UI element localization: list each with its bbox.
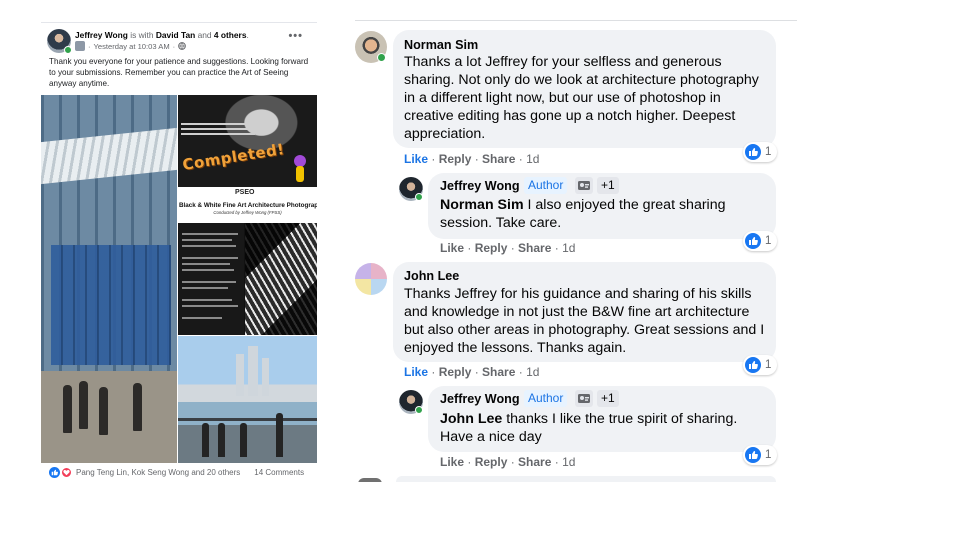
- photo-building[interactable]: [41, 95, 177, 463]
- reactions-names-link[interactable]: Pang Teng Lin, Kok Seng Wong and 20 othe…: [76, 468, 240, 477]
- reaction-count: 1: [765, 235, 772, 247]
- comment-author[interactable]: Norman Sim: [404, 38, 478, 52]
- online-status-icon: [64, 46, 72, 54]
- comment-time[interactable]: 1d: [562, 455, 575, 469]
- crop-edge: [355, 482, 797, 540]
- facebook-post: Jeffrey Wong is with David Tan and 4 oth…: [41, 22, 317, 482]
- period: .: [246, 30, 249, 40]
- post-timestamp[interactable]: Yesterday at 10:03 AM: [94, 42, 170, 51]
- reply-button[interactable]: Reply: [475, 241, 508, 255]
- like-button[interactable]: Like: [404, 365, 428, 379]
- reaction-count: 1: [765, 359, 772, 371]
- globe-icon: [178, 42, 187, 50]
- post-text: Thank you everyone for your patience and…: [49, 57, 309, 88]
- comment-author[interactable]: John Lee: [404, 269, 459, 283]
- like-reaction-icon: [745, 233, 761, 249]
- share-button[interactable]: Share: [482, 152, 515, 166]
- with-text: is with: [130, 30, 154, 40]
- mention-link[interactable]: John Lee: [440, 411, 502, 427]
- post-reactions-bar: Pang Teng Lin, Kok Seng Wong and 20 othe…: [49, 467, 304, 478]
- post-header: Jeffrey Wong is with David Tan and 4 oth…: [75, 30, 295, 41]
- like-reaction-icon: [745, 144, 761, 160]
- tagged-person-link[interactable]: David Tan: [156, 30, 195, 40]
- like-reaction-icon: [745, 447, 761, 463]
- author-badge: Author: [524, 390, 568, 407]
- comment-actions: Like · Reply · Share · 1d: [440, 455, 576, 469]
- reply-button[interactable]: Reply: [475, 455, 508, 469]
- reply-button[interactable]: Reply: [439, 152, 472, 166]
- love-reaction-icon[interactable]: [61, 467, 72, 478]
- photo-grid: Completed! PSEO Black & White Fine Art A…: [41, 95, 317, 463]
- like-button[interactable]: Like: [440, 455, 464, 469]
- like-button[interactable]: Like: [440, 241, 464, 255]
- poster-architecture-image: [245, 223, 317, 335]
- top-fan-badge-icon: [575, 177, 593, 194]
- reaction-count-pill[interactable]: 1: [743, 231, 778, 251]
- comment-time[interactable]: 1d: [526, 365, 539, 379]
- reply-button[interactable]: Reply: [439, 365, 472, 379]
- avatar[interactable]: [47, 29, 72, 54]
- comments-count-link[interactable]: 14 Comments: [254, 468, 304, 477]
- poster-logo: PSEO: [235, 189, 255, 196]
- avatar[interactable]: [355, 263, 387, 295]
- meta-dot: ·: [172, 41, 176, 51]
- like-reaction-icon[interactable]: [49, 467, 60, 478]
- online-status-icon: [377, 53, 386, 62]
- top-fan-badge-icon: [575, 390, 593, 407]
- poster-title: Black & White Fine Art Architecture Phot…: [179, 202, 317, 209]
- cartoon-figure-icon: [289, 155, 311, 187]
- online-status-icon: [415, 193, 423, 201]
- comment-text: Thanks Jeffrey for his guidance and shar…: [404, 286, 765, 356]
- others-link[interactable]: 4 others: [214, 30, 247, 40]
- share-button[interactable]: Share: [482, 365, 515, 379]
- comment-text: Thanks a lot Jeffrey for your selfless a…: [404, 54, 759, 142]
- more-badges[interactable]: +1: [597, 177, 619, 194]
- reaction-count: 1: [765, 146, 772, 158]
- reaction-count: 1: [765, 449, 772, 461]
- and-text: and: [197, 30, 212, 40]
- share-button[interactable]: Share: [518, 241, 551, 255]
- like-button[interactable]: Like: [404, 152, 428, 166]
- comment-actions: Like · Reply · Share · 1d: [404, 365, 540, 379]
- reaction-count-pill[interactable]: 1: [743, 142, 778, 162]
- comment-text: Norman Sim I also enjoyed the great shar…: [440, 197, 726, 231]
- comment-text: John Lee thanks I like the true spirit o…: [440, 411, 738, 445]
- poster-subtitle: Conducted by Jeffrey Wong (FPSS): [213, 210, 282, 215]
- comment-author[interactable]: Jeffrey Wong: [440, 392, 520, 406]
- photo-riverside[interactable]: [178, 336, 317, 463]
- post-author-link[interactable]: Jeffrey Wong: [75, 30, 128, 40]
- comment-actions: Like · Reply · Share · 1d: [440, 241, 576, 255]
- more-badges[interactable]: +1: [597, 390, 619, 407]
- post-meta: · Yesterday at 10:03 AM ·: [75, 41, 187, 51]
- reaction-count-pill[interactable]: 1: [743, 445, 778, 465]
- poster-details: [178, 223, 244, 335]
- like-reaction-icon: [745, 357, 761, 373]
- share-button[interactable]: Share: [518, 455, 551, 469]
- reaction-count-pill[interactable]: 1: [743, 355, 778, 375]
- comment-time[interactable]: 1d: [526, 152, 539, 166]
- more-options-icon[interactable]: •••: [288, 30, 303, 42]
- comment-author[interactable]: Jeffrey Wong: [440, 179, 520, 193]
- divider: [41, 22, 317, 23]
- divider: [355, 20, 797, 21]
- online-status-icon: [415, 406, 423, 414]
- poster-intro-lines: [181, 123, 261, 135]
- photo-poster[interactable]: Completed! PSEO Black & White Fine Art A…: [178, 95, 317, 335]
- comment-actions: Like · Reply · Share · 1d: [404, 152, 540, 166]
- author-badge: Author: [524, 177, 568, 194]
- group-mini-icon: [75, 41, 85, 51]
- comment-time[interactable]: 1d: [562, 241, 575, 255]
- meta-dot: ·: [88, 41, 91, 51]
- mention-link[interactable]: Norman Sim: [440, 197, 524, 213]
